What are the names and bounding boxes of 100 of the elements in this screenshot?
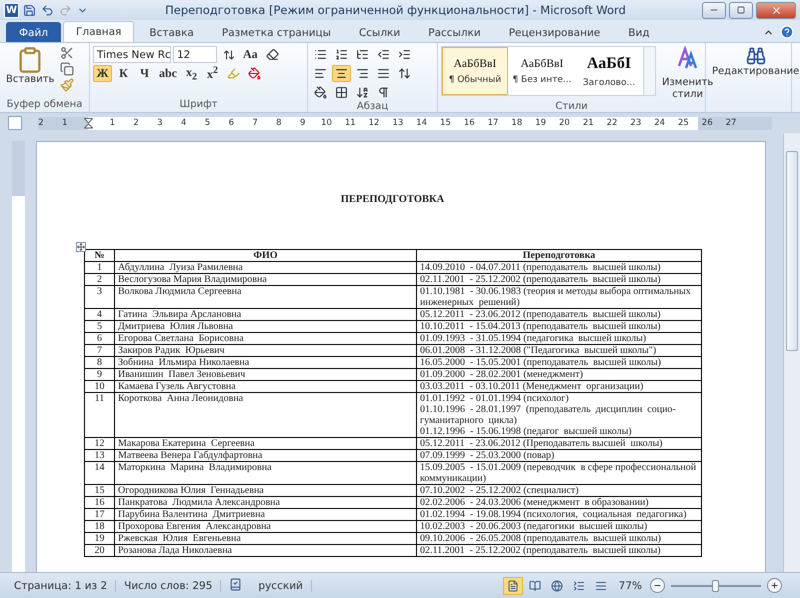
- table-cell-text: 10.02.2003 - 20.06.2003 (педагогики высшей школы): [420, 521, 648, 532]
- ruler-number: 5: [204, 118, 212, 128]
- table-cell-text: 01.01.1992 - 01.01.1994 (психолог): [420, 393, 570, 404]
- table-cell: 13: [84, 450, 114, 462]
- ruler-number: 13: [391, 118, 404, 128]
- format-button[interactable]: x$_{2}$: [182, 65, 201, 82]
- table-cell: Огородникова Юлия Геннадьевна: [114, 484, 416, 496]
- zoom-slider-thumb[interactable]: [712, 580, 719, 592]
- tab-selector-icon[interactable]: [8, 116, 22, 130]
- table-cell-text: 02.11.2001 - 25.12.2002 (преподаватель высшей школы): [420, 545, 662, 556]
- help-icon[interactable]: [780, 25, 794, 39]
- gallery-scrollbar[interactable]: [643, 47, 655, 95]
- ribbon-tab[interactable]: Рецензирование: [496, 22, 614, 42]
- align-icon[interactable]: [332, 65, 351, 82]
- column-header: Переподготовка: [416, 250, 702, 262]
- ruler-number: 21: [582, 118, 595, 128]
- table-cell: 7: [84, 344, 114, 356]
- ruler-number: 6: [228, 118, 235, 128]
- ribbon-tab[interactable]: Разметка страницы: [208, 22, 344, 42]
- maximize-icon: [737, 6, 745, 14]
- table-cell: 2: [84, 274, 114, 286]
- table-cell-text: 15.09.2005 - 15.01.2009 (переводчик в сфере профессиональной коммуникации): [420, 462, 698, 484]
- format-button[interactable]: x$^{2}$: [203, 65, 222, 82]
- ribbon-tab[interactable]: Вид: [615, 22, 663, 42]
- ribbon-tab[interactable]: Главная: [63, 21, 134, 42]
- format-button[interactable]: Ч: [135, 65, 154, 82]
- ruler-number: 23: [629, 118, 642, 128]
- paste-button[interactable]: Вставить: [3, 46, 58, 99]
- word-count[interactable]: Число слов: 295: [116, 580, 222, 592]
- document-title: ПЕРЕПОДГОТОВКА: [340, 194, 446, 205]
- table-cell-text: 07.10.2002 - 25.12.2002 (специалист): [420, 485, 580, 496]
- undo-icon[interactable]: [40, 4, 55, 16]
- close-icon: [770, 4, 782, 16]
- zoom-level[interactable]: 77%: [612, 580, 648, 592]
- window-title: Переподготовка [Режим ограниченной функциональности] - Microsoft Word: [164, 3, 627, 17]
- zoom-out-button[interactable]: [650, 578, 665, 593]
- minimize-button[interactable]: [702, 2, 726, 18]
- table-cell: Матвеева Венера Габдулфартовна: [114, 450, 416, 462]
- table-cell: 8: [84, 356, 114, 368]
- table-cell: 15: [84, 484, 114, 496]
- table-cell: Маторкина Марина Владимировна: [114, 462, 416, 484]
- table-cell-text: 06.01.2008 - 31.12.2008 ("Педагогика высшей школы"): [420, 345, 658, 356]
- group-label: Буфер обмена: [6, 99, 84, 112]
- close-button[interactable]: [756, 2, 796, 18]
- font-size-field[interactable]: 12: [173, 46, 217, 63]
- table-cell-text: 03.03.2011 - 03.10.2011 (Менеджмент организации): [420, 381, 644, 392]
- ruler-number: 15: [439, 118, 452, 128]
- view-icon: [528, 580, 541, 592]
- ruler-number: 22: [606, 118, 618, 128]
- table-cell: Веслогузова Мария Владимировна: [114, 274, 416, 286]
- table-cell: Макарова Екатерина Сергеевна: [114, 438, 416, 450]
- column-header: №: [84, 250, 114, 262]
- table-cell: 14: [84, 462, 114, 484]
- maximize-button[interactable]: [729, 2, 753, 18]
- ribbon-tab[interactable]: Файл: [6, 22, 62, 42]
- format-button[interactable]: abc: [156, 65, 180, 82]
- ruler-number: 3: [156, 118, 164, 128]
- table-cell: Ржевская Юлия Евгеньевна: [114, 532, 416, 544]
- zoom-in-button[interactable]: [767, 578, 782, 593]
- font-name-field[interactable]: Times New Rc: [93, 46, 171, 63]
- ruler-number: 12: [368, 118, 380, 128]
- table-cell: 11: [84, 392, 114, 438]
- ruler-number: 19: [534, 118, 548, 128]
- proofing-icon[interactable]: [229, 578, 242, 590]
- style-name: ¶ Без инте...: [512, 74, 572, 84]
- vertical-scrollbar[interactable]: [783, 133, 800, 572]
- language-label[interactable]: русский: [250, 580, 312, 592]
- save-icon[interactable]: [22, 4, 37, 16]
- view-icon: [506, 580, 519, 592]
- table-move-icon[interactable]: [76, 242, 86, 252]
- ruler-number: 16: [462, 118, 476, 128]
- table-cell: 19: [84, 532, 114, 544]
- copy-icon[interactable]: [60, 62, 74, 76]
- view-icon: [594, 580, 607, 592]
- page-count[interactable]: Страница: 1 из 2: [6, 580, 116, 592]
- table-cell: 16: [84, 496, 114, 508]
- column-header: ФИО: [114, 250, 416, 262]
- ruler-number: 14: [415, 118, 428, 128]
- table-cell-text: 05.12.2011 - 23.06.2012 (преподаватель высшей школы): [420, 309, 662, 320]
- table-cell: 10: [84, 380, 114, 392]
- table-cell-text: 01.10.1981 - 30.06.1983 (теория и методы выбора оптимальных инженерных решений): [420, 286, 692, 308]
- format-button[interactable]: К: [114, 65, 133, 82]
- view-button[interactable]: [502, 576, 523, 594]
- group-label: Стили: [554, 101, 589, 112]
- style-item[interactable]: АаБбВвI ¶ Обычный: [442, 47, 508, 95]
- style-preview: АаБбВвI: [454, 58, 496, 70]
- ribbon-tab[interactable]: Рассылки: [415, 22, 494, 42]
- ribbon-tab[interactable]: Вставка: [136, 22, 207, 42]
- table-cell-text: 14.09.2010 - 04.07.2011 (преподаватель высшей школы): [420, 262, 662, 273]
- cut-icon[interactable]: [60, 46, 74, 60]
- change-case-button[interactable]: Aa: [240, 46, 261, 63]
- table-cell: 1: [84, 262, 114, 274]
- table-cell-text: 07.09.1999 - 25.03.2000 (повар): [420, 450, 556, 461]
- format-button[interactable]: Ж: [93, 65, 112, 82]
- table-cell: Гатина Эльвира Арслановна: [114, 308, 416, 320]
- ruler-number: 1: [108, 118, 116, 128]
- table-cell: Панкратова Людмила Александровна: [114, 496, 416, 508]
- ruler-number: 27: [724, 118, 738, 128]
- indent-marker-icon[interactable]: [84, 118, 93, 128]
- ribbon-tab[interactable]: Ссылки: [346, 22, 414, 42]
